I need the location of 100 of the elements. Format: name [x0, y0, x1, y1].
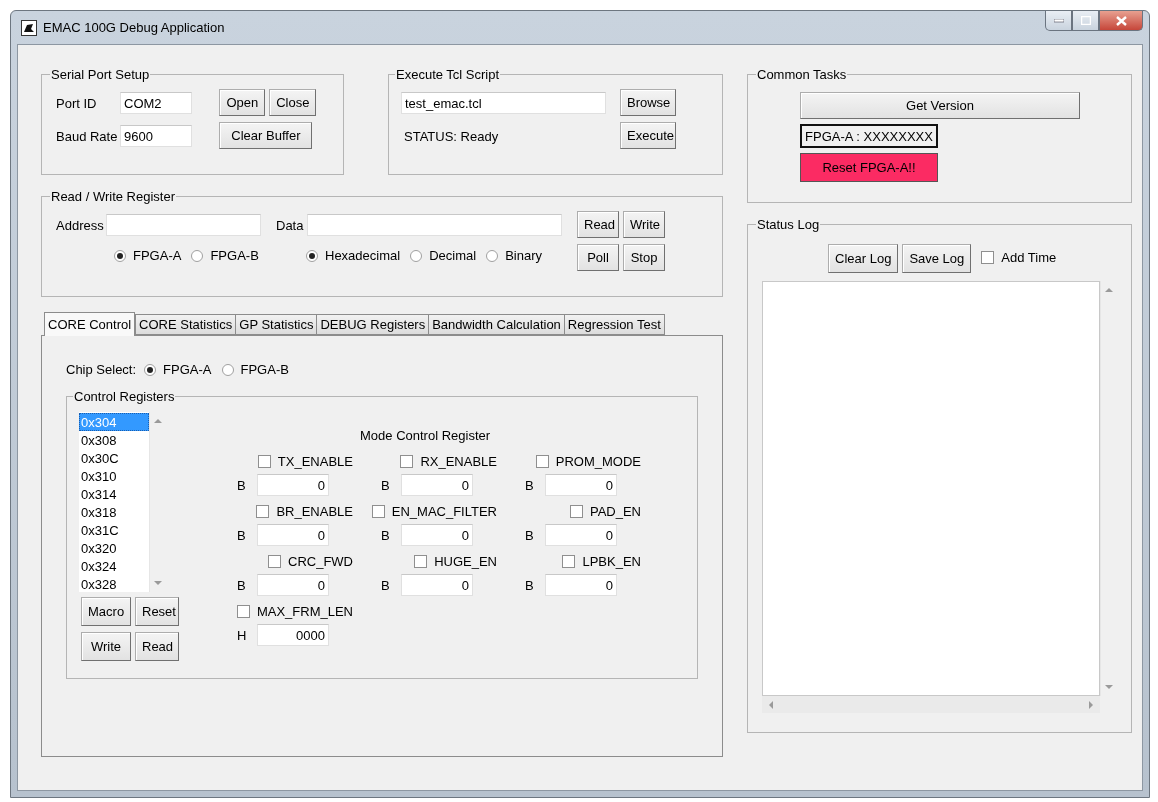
input-field[interactable]: COM2	[120, 92, 192, 114]
value-field[interactable]: 0	[545, 474, 617, 496]
tab[interactable]: DEBUG Registers	[316, 314, 430, 335]
section-title: Mode Control Register	[360, 428, 492, 443]
radio-button[interactable]	[114, 249, 126, 262]
register-button[interactable]: Write	[81, 632, 131, 661]
list-item[interactable]: 0x31C	[79, 521, 149, 539]
group-title: Serial Port Setup	[50, 67, 151, 82]
radio-label[interactable]: FPGA-B	[210, 248, 259, 263]
script-button[interactable]: Execute	[620, 122, 676, 149]
maximize-icon	[1080, 16, 1091, 25]
tab[interactable]: CORE Statistics	[135, 314, 237, 335]
radio-button[interactable]	[191, 249, 204, 262]
value-field[interactable]: 0000	[257, 624, 329, 646]
log-button[interactable]: Clear Log	[828, 244, 899, 273]
log-button[interactable]: Save Log	[902, 244, 972, 273]
register-button[interactable]: Macro	[81, 597, 131, 626]
field-prefix: B	[525, 477, 535, 493]
field-label: Address	[56, 217, 105, 233]
register-button[interactable]: Stop	[623, 244, 665, 271]
checkbox[interactable]: PROM_MODE	[535, 454, 641, 469]
address-field[interactable]	[106, 214, 261, 236]
checkbox[interactable]: HUGE_EN	[414, 554, 497, 569]
field-label: Data	[276, 217, 304, 233]
data-field[interactable]	[307, 214, 563, 236]
value-field[interactable]: 0	[257, 474, 329, 496]
register-button[interactable]: Reset	[135, 597, 179, 626]
field-prefix: B	[237, 577, 247, 593]
list-item[interactable]: 0x310	[79, 467, 149, 485]
minimize-button[interactable]	[1045, 11, 1072, 31]
field-prefix: B	[381, 527, 391, 543]
list-item[interactable]: 0x324	[79, 557, 149, 575]
get-version-button[interactable]: Get Version	[800, 92, 1080, 119]
value-field[interactable]: 0	[257, 524, 329, 546]
port-button[interactable]: Close	[269, 89, 317, 116]
version-display: FPGA-A : XXXXXXXX	[800, 124, 938, 148]
list-item[interactable]: 0x318	[79, 503, 149, 521]
up-arrow-icon[interactable]	[154, 418, 162, 424]
up-arrow-icon[interactable]	[1105, 287, 1113, 293]
tab[interactable]: GP Statistics	[235, 314, 318, 335]
down-arrow-icon[interactable]	[154, 580, 162, 586]
radio-label[interactable]: Decimal	[429, 248, 477, 263]
port-button[interactable]: Open	[219, 89, 266, 116]
tab[interactable]: CORE Control	[44, 312, 136, 336]
list-item[interactable]: 0x30C	[79, 449, 149, 467]
value-field[interactable]: 0	[545, 524, 617, 546]
input-field[interactable]: 9600	[120, 125, 192, 147]
script-field[interactable]: test_emac.tcl	[401, 92, 606, 114]
checkbox[interactable]: TX_ENABLE	[257, 454, 353, 469]
field-prefix: H	[237, 627, 248, 643]
group-title: Status Log	[756, 217, 821, 232]
app-icon	[21, 19, 37, 36]
list-item[interactable]: 0x308	[79, 431, 149, 449]
reset-button[interactable]: Reset FPGA-A!!	[800, 153, 938, 182]
horizontal-scrollbar[interactable]	[762, 696, 1100, 713]
checkbox[interactable]: MAX_FRM_LEN	[236, 604, 353, 619]
value-field[interactable]: 0	[545, 574, 617, 596]
value-field[interactable]: 0	[257, 574, 329, 596]
radio-button[interactable]	[410, 249, 423, 262]
radio-label[interactable]: FPGA-A	[133, 248, 182, 263]
checkbox[interactable]: CRC_FWD	[268, 554, 353, 569]
field-label: Baud Rate	[56, 128, 119, 144]
register-button[interactable]: Poll	[577, 244, 619, 271]
radio-button[interactable]	[306, 249, 318, 262]
list-item[interactable]: 0x320	[79, 539, 149, 557]
radio-button[interactable]	[486, 249, 499, 262]
checkbox[interactable]: RX_ENABLE	[400, 454, 497, 469]
list-item[interactable]: 0x328	[79, 575, 149, 593]
value-field[interactable]: 0	[401, 574, 473, 596]
register-button[interactable]: Write	[623, 211, 665, 238]
list-item[interactable]: 0x314	[79, 485, 149, 503]
group-title: Execute Tcl Script	[395, 67, 501, 82]
field-label: Chip Select:	[66, 362, 137, 377]
field-prefix: B	[525, 527, 535, 543]
value-field[interactable]: 0	[401, 474, 473, 496]
script-button[interactable]: Browse	[620, 89, 676, 116]
right-arrow-icon[interactable]	[1088, 700, 1094, 709]
value-field[interactable]: 0	[401, 524, 473, 546]
maximize-button[interactable]	[1072, 11, 1099, 31]
register-button[interactable]: Read	[577, 211, 619, 238]
radio-label[interactable]: FPGA-B	[240, 362, 289, 377]
field-prefix: B	[525, 577, 535, 593]
checkbox[interactable]: Add Time	[981, 250, 1057, 265]
radio-label[interactable]: Binary	[505, 248, 542, 263]
checkbox[interactable]: EN_MAC_FILTER	[371, 504, 497, 519]
checkbox[interactable]: LPBK_EN	[562, 554, 641, 569]
radio-label[interactable]: FPGA-A	[163, 362, 212, 377]
checkbox[interactable]: BR_ENABLE	[256, 504, 353, 519]
left-arrow-icon[interactable]	[768, 700, 774, 709]
tab[interactable]: Bandwidth Calculation	[428, 314, 565, 335]
down-arrow-icon[interactable]	[1105, 684, 1113, 690]
register-button[interactable]: Read	[135, 632, 179, 661]
tab[interactable]: Regression Test	[563, 314, 665, 335]
close-button[interactable]	[1099, 11, 1143, 31]
checkbox[interactable]: PAD_EN	[569, 504, 641, 519]
radio-button[interactable]	[144, 363, 157, 376]
clear-buffer-button[interactable]: Clear Buffer	[219, 122, 313, 149]
radio-label[interactable]: Hexadecimal	[325, 248, 401, 263]
field-prefix: B	[381, 577, 391, 593]
radio-button[interactable]	[221, 363, 234, 376]
